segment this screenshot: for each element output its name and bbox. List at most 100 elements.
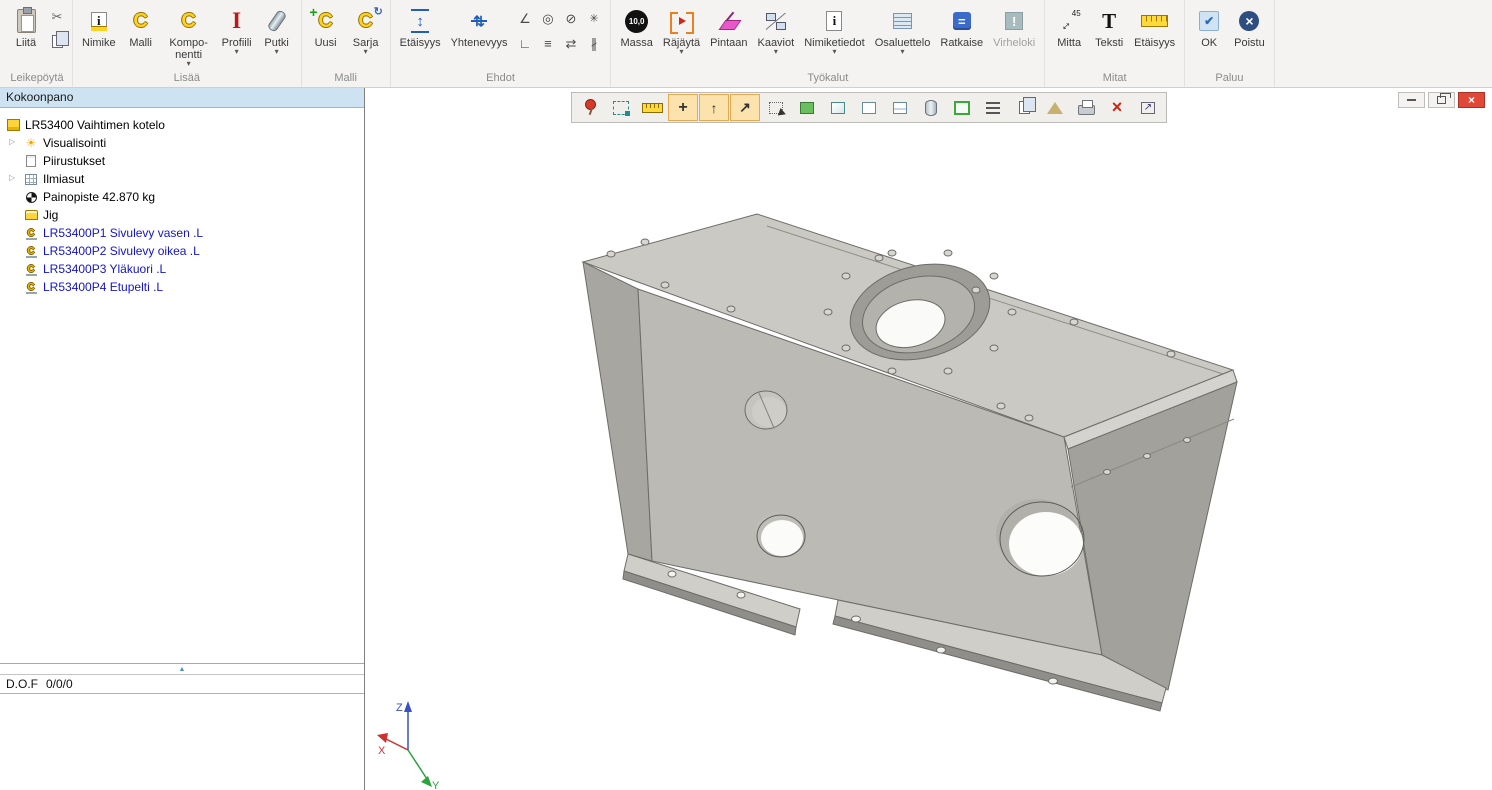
mitta-button[interactable]: 45 Mitta	[1050, 2, 1088, 50]
assembly-panel: Kokoonpano LR53400 Vaihtimen kotelo Visu…	[0, 88, 365, 790]
dropdown-icon[interactable]	[774, 49, 778, 57]
part-icon	[25, 227, 38, 240]
expand-icon[interactable]	[9, 137, 15, 146]
pick-point-button[interactable]	[668, 94, 698, 121]
poistu-button[interactable]: Poistu	[1230, 2, 1269, 50]
group-label-clipboard: Leikepöytä	[7, 71, 67, 87]
perpendicular-constraint-icon[interactable]	[513, 31, 536, 56]
print-button[interactable]	[1071, 94, 1101, 121]
expand-icon[interactable]	[9, 173, 15, 182]
zoom-fit-icon	[613, 101, 629, 115]
dof-statusbar: D.O.F0/0/0	[0, 674, 364, 694]
pick-edge-button[interactable]	[699, 94, 729, 121]
nimike-button[interactable]: Nimike	[78, 2, 120, 50]
exclusion-constraint-icon[interactable]	[559, 6, 582, 31]
tree-item-ilmiasut[interactable]: Ilmiasut	[0, 170, 364, 188]
zoom-fit-button[interactable]	[606, 94, 636, 121]
minimize-button[interactable]	[1398, 92, 1425, 108]
export-icon	[1141, 102, 1155, 114]
ok-button[interactable]: OK	[1190, 2, 1228, 50]
tree-item-jig[interactable]: Jig	[0, 206, 364, 224]
profiili-button[interactable]: Profiili	[218, 2, 256, 58]
massa-label: Massa	[620, 37, 652, 49]
malli-button[interactable]: Malli	[122, 2, 160, 50]
model-canvas[interactable]: Z X Y	[365, 88, 1492, 790]
virheloki-button[interactable]: Virheloki	[989, 2, 1039, 50]
antiparallel-constraint-icon[interactable]	[582, 31, 605, 56]
group-label-model: Malli	[307, 71, 385, 87]
tree-item-piirustukset[interactable]: Piirustukset	[0, 152, 364, 170]
concentric-constraint-icon[interactable]	[536, 6, 559, 31]
nimike-label: Nimike	[82, 37, 116, 49]
export-view-button[interactable]	[1133, 94, 1163, 121]
rajayta-button[interactable]: Räjäytä	[659, 2, 704, 58]
part-list-button[interactable]	[978, 94, 1008, 121]
sarja-button[interactable]: Sarja	[347, 2, 385, 58]
virheloki-label: Virheloki	[993, 37, 1035, 49]
select-body-button[interactable]	[854, 94, 884, 121]
tree-item-part-lr53400p3[interactable]: LR53400P3 Yläkuori .L	[0, 260, 364, 278]
kaaviot-button[interactable]: Kaaviot	[753, 2, 798, 58]
paste-button[interactable]: Liitä	[7, 2, 45, 50]
parallel-constraint-icon[interactable]	[536, 31, 559, 56]
tree-item-part-lr53400p1[interactable]: LR53400P1 Sivulevy vasen .L	[0, 224, 364, 242]
delete-button[interactable]	[1102, 94, 1132, 121]
part-icon	[25, 281, 38, 294]
restore-button[interactable]	[1428, 92, 1455, 108]
series-icon	[358, 10, 372, 33]
model-viewport[interactable]: Z X Y	[365, 88, 1492, 790]
ratkaise-button[interactable]: Ratkaise	[936, 2, 987, 50]
putki-button[interactable]: Putki	[258, 2, 296, 58]
ribbon-group-tools: 10,0 Massa Räjäytä Pintaan Kaaviot	[611, 0, 1045, 87]
etaisyys-measure-button[interactable]: Etäisyys	[1130, 2, 1179, 50]
etaisyys-constraint-button[interactable]: Etäisyys	[396, 2, 445, 50]
etaisyys-label: Etäisyys	[400, 37, 441, 49]
triad-x-label: X	[378, 745, 386, 757]
tree-item-painopiste[interactable]: Painopiste 42.870 kg	[0, 188, 364, 206]
nimiketiedot-button[interactable]: Nimiketiedot	[800, 2, 869, 58]
massa-button[interactable]: 10,0 Massa	[616, 2, 656, 50]
pintaan-button[interactable]: Pintaan	[706, 2, 751, 50]
yhtenevyys-button[interactable]: Yhtenevyys	[447, 2, 512, 50]
shading-button[interactable]	[1040, 94, 1070, 121]
dropdown-icon[interactable]	[187, 61, 191, 69]
dropdown-icon[interactable]	[680, 49, 684, 57]
select-component-button[interactable]	[885, 94, 915, 121]
ruler-icon	[1141, 15, 1168, 27]
pin-button[interactable]	[575, 94, 605, 121]
dropdown-icon[interactable]	[901, 49, 905, 57]
select-surface-button[interactable]	[823, 94, 853, 121]
copy-view-button[interactable]	[1009, 94, 1039, 121]
profile-icon	[232, 8, 241, 34]
dropdown-icon[interactable]	[364, 49, 368, 57]
dropdown-icon[interactable]	[275, 49, 279, 57]
assembly-tree: LR53400 Vaihtimen kotelo Visualisointi P…	[0, 108, 364, 664]
panel-empty-area	[0, 694, 364, 790]
selection-mode-button[interactable]	[947, 94, 977, 121]
cut-icon[interactable]	[47, 8, 67, 26]
tree-item-part-lr53400p4[interactable]: LR53400P4 Etupelti .L	[0, 278, 364, 296]
tree-root-assembly[interactable]: LR53400 Vaihtimen kotelo	[0, 116, 364, 134]
dropdown-icon[interactable]	[832, 49, 836, 57]
printer-icon	[1078, 105, 1095, 115]
select-solid-button[interactable]	[916, 94, 946, 121]
teksti-button[interactable]: Teksti	[1090, 2, 1128, 50]
tree-item-visualisointi[interactable]: Visualisointi	[0, 134, 364, 152]
new-model-icon	[318, 10, 332, 33]
pattern-constraint-icon[interactable]	[582, 6, 605, 31]
dropdown-icon[interactable]	[235, 49, 239, 57]
close-button[interactable]	[1458, 92, 1485, 108]
measure-button[interactable]	[637, 94, 667, 121]
uusi-button[interactable]: Uusi	[307, 2, 345, 50]
select-entity-button[interactable]	[761, 94, 791, 121]
angle-constraint-icon[interactable]	[513, 6, 536, 31]
splitter-handle-icon[interactable]	[0, 664, 364, 674]
pick-face-button[interactable]	[730, 94, 760, 121]
copy-icon[interactable]	[52, 35, 63, 48]
osaluettelo-button[interactable]: Osaluettelo	[871, 2, 935, 58]
komponentti-button[interactable]: Kompo-nentti	[162, 2, 216, 70]
viewport-toolbar	[571, 92, 1167, 123]
swap-constraint-icon[interactable]	[559, 31, 582, 56]
select-face-button[interactable]	[792, 94, 822, 121]
tree-item-part-lr53400p2[interactable]: LR53400P2 Sivulevy oikea .L	[0, 242, 364, 260]
